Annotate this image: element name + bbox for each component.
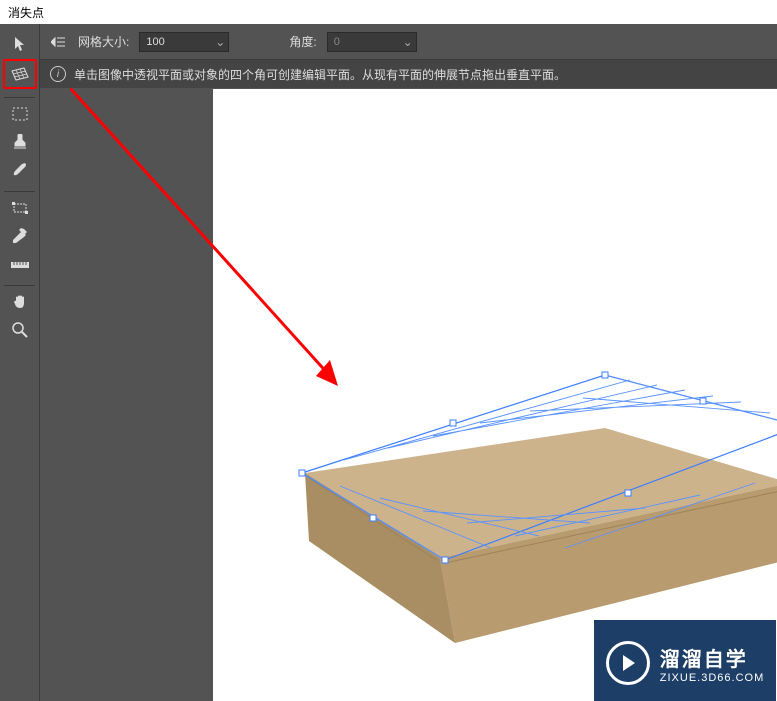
watermark-domain: ZIXUE.3D66.COM bbox=[660, 672, 764, 684]
toolbar-divider bbox=[4, 92, 35, 98]
info-icon: i bbox=[50, 66, 66, 82]
angle-select[interactable] bbox=[327, 32, 417, 52]
brush-icon bbox=[12, 162, 28, 178]
transform-icon bbox=[12, 202, 28, 214]
info-bar: i 单击图像中透视平面或对象的四个角可创建编辑平面。从现有平面的伸展节点拖出垂直… bbox=[40, 60, 777, 88]
angle-label: 角度: bbox=[289, 33, 316, 50]
measure-tool[interactable] bbox=[4, 251, 36, 277]
hand-icon bbox=[12, 294, 28, 310]
toolbar-divider-3 bbox=[4, 280, 35, 286]
zoom-icon bbox=[12, 322, 28, 338]
grid-icon bbox=[11, 67, 29, 81]
watermark-brand: 溜溜自学 bbox=[660, 643, 764, 672]
ruler-icon bbox=[11, 259, 29, 269]
play-icon bbox=[606, 641, 650, 685]
angle-input[interactable] bbox=[327, 32, 417, 52]
watermark: 溜溜自学 ZIXUE.3D66.COM bbox=[594, 620, 776, 701]
toolbar bbox=[0, 24, 40, 701]
eyedropper-tool[interactable] bbox=[4, 223, 36, 249]
grid-size-input[interactable] bbox=[139, 32, 229, 52]
stamp-icon bbox=[13, 134, 27, 150]
main-area: 网格大小: 角度: i 单击图像中透视平面或对象的四个角可创建编辑平面。从现有平… bbox=[0, 24, 777, 701]
toolbar-divider-2 bbox=[4, 186, 35, 192]
perspective-grid[interactable] bbox=[285, 368, 777, 588]
flyout-menu-icon[interactable] bbox=[48, 32, 68, 52]
eyedropper-icon bbox=[12, 228, 28, 244]
marquee-tool[interactable] bbox=[4, 101, 36, 127]
workspace: 网格大小: 角度: i 单击图像中透视平面或对象的四个角可创建编辑平面。从现有平… bbox=[40, 24, 777, 701]
hand-tool[interactable] bbox=[4, 289, 36, 315]
title-bar: 消失点 bbox=[0, 0, 777, 24]
transform-tool[interactable] bbox=[4, 195, 36, 221]
cursor-icon bbox=[12, 36, 28, 52]
options-bar: 网格大小: 角度: bbox=[40, 24, 777, 60]
zoom-tool[interactable] bbox=[4, 317, 36, 343]
stamp-tool[interactable] bbox=[4, 129, 36, 155]
grid-size-label: 网格大小: bbox=[78, 33, 129, 50]
grid-size-select[interactable] bbox=[139, 32, 229, 52]
dialog-title: 消失点 bbox=[8, 6, 44, 20]
marquee-icon bbox=[12, 107, 28, 121]
info-text: 单击图像中透视平面或对象的四个角可创建编辑平面。从现有平面的伸展节点拖出垂直平面… bbox=[74, 66, 566, 83]
canvas[interactable]: 溜溜自学 ZIXUE.3D66.COM bbox=[40, 88, 777, 701]
brush-tool[interactable] bbox=[4, 157, 36, 183]
create-plane-tool[interactable] bbox=[3, 59, 37, 89]
edit-plane-tool[interactable] bbox=[4, 31, 36, 57]
